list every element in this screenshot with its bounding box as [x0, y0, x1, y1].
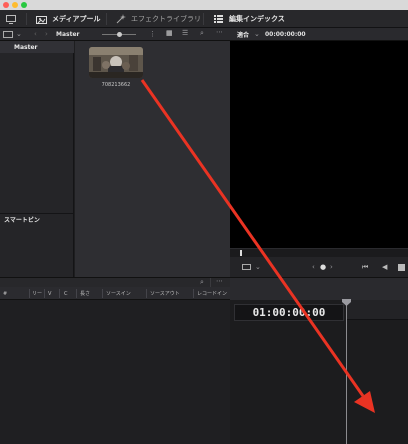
- annotation-arrow-head: [354, 391, 375, 413]
- annotation-arrow: [140, 79, 375, 413]
- annotation-arrow-line: [140, 79, 365, 397]
